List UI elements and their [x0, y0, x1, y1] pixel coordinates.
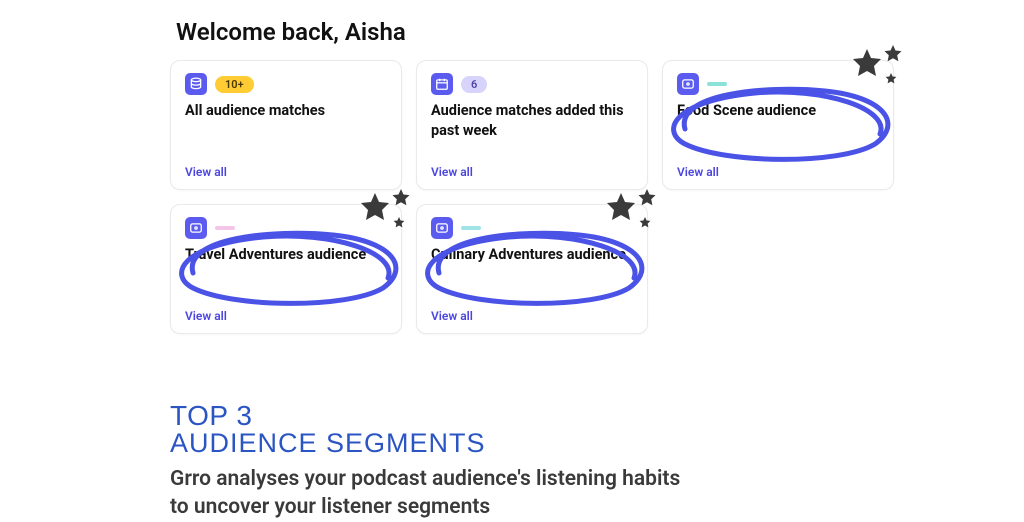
- audience-icon: [677, 73, 699, 95]
- card-culinary-adventures[interactable]: Culinary Adventures audience View all: [416, 204, 648, 334]
- card-all-matches[interactable]: 10+ All audience matches View all: [170, 60, 402, 190]
- view-all-link[interactable]: View all: [431, 165, 633, 179]
- view-all-link[interactable]: View all: [185, 165, 387, 179]
- section-blurb: Grro analyses your podcast audience's li…: [170, 465, 690, 522]
- welcome-heading: Welcome back, Aisha: [176, 18, 1024, 46]
- view-all-link[interactable]: View all: [431, 309, 633, 323]
- badge-count: [215, 226, 235, 230]
- audience-icon: [185, 217, 207, 239]
- database-icon: [185, 73, 207, 95]
- badge-count: 6: [461, 76, 487, 93]
- card-title: All audience matches: [185, 101, 387, 121]
- section-top3: TOP 3 AUDIENCE SEGMENTS Grro analyses yo…: [170, 400, 690, 522]
- card-travel-adventures[interactable]: Travel Adventures audience View all: [170, 204, 402, 334]
- card-title: Culinary Adventures audience: [431, 245, 633, 265]
- badge-count: 10+: [215, 76, 254, 93]
- calendar-icon: [431, 73, 453, 95]
- card-title: Audience matches added this past week: [431, 101, 633, 140]
- card-food-scene[interactable]: Food Scene audience View all: [662, 60, 894, 190]
- cards-grid: 10+ All audience matches View all 6 Audi…: [170, 60, 1024, 334]
- section-heading: AUDIENCE SEGMENTS: [170, 428, 690, 459]
- card-title: Food Scene audience: [677, 101, 879, 121]
- view-all-link[interactable]: View all: [185, 309, 387, 323]
- card-recent-matches[interactable]: 6 Audience matches added this past week …: [416, 60, 648, 190]
- view-all-link[interactable]: View all: [677, 165, 879, 179]
- badge-count: [461, 226, 481, 230]
- badge-count: [707, 82, 727, 86]
- card-title: Travel Adventures audience: [185, 245, 387, 265]
- audience-icon: [431, 217, 453, 239]
